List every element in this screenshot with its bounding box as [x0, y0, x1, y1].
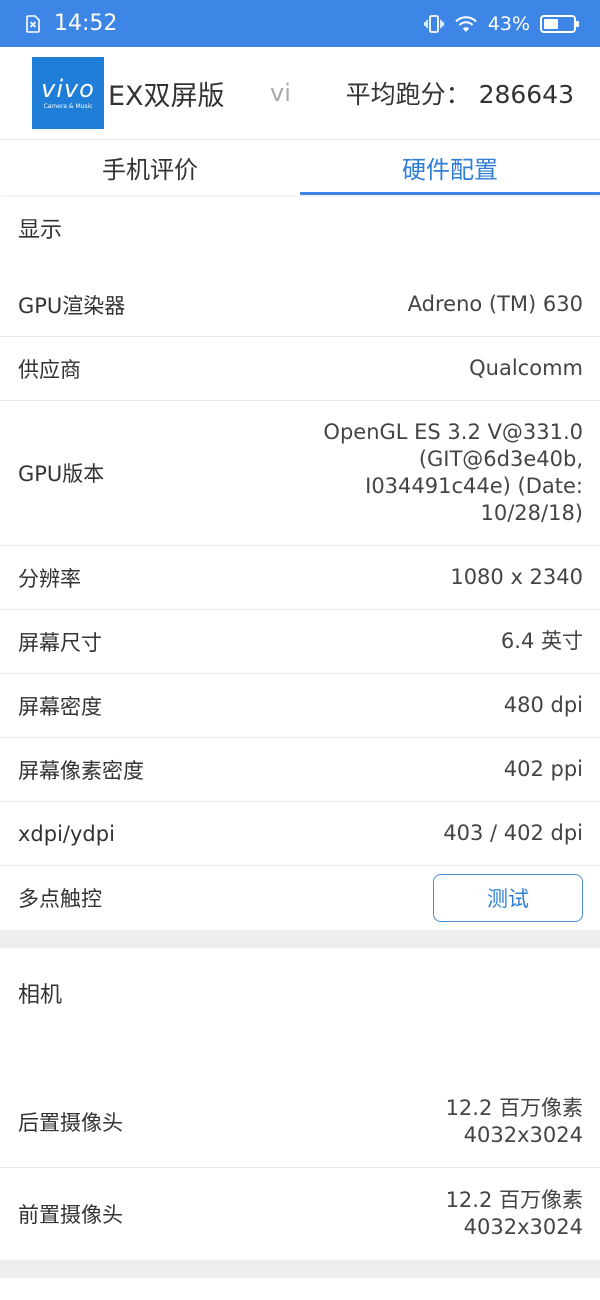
row-pixel-density: 屏幕像素密度 402 ppi	[0, 738, 600, 802]
row-label: xdpi/ydpi	[18, 821, 115, 846]
tab-phone-review[interactable]: 手机评价	[0, 140, 300, 195]
brand-fade-text: vi	[270, 79, 291, 107]
row-xdpi-ydpi: xdpi/ydpi 403 / 402 dpi	[0, 802, 600, 866]
row-label: 屏幕密度	[18, 694, 102, 719]
row-value: 6.4 英寸	[500, 629, 583, 653]
row-value: 403 / 402 dpi	[443, 821, 583, 845]
row-label: 屏幕像素密度	[18, 758, 144, 783]
status-bar: 14:52 43%	[0, 0, 600, 47]
row-value: 480 dpi	[503, 693, 583, 717]
row-front-camera: 前置摄像头 12.2 百万像素 4032x3024	[0, 1168, 600, 1260]
value-line: 4032x3024	[463, 1215, 583, 1239]
row-multitouch: 多点触控 测试	[0, 866, 600, 930]
device-header: vivo Camera & Music EX双屏版 vi 平均跑分： 28664…	[0, 47, 600, 139]
logo-text: vivo	[41, 74, 95, 103]
sim-x-icon	[26, 14, 40, 33]
status-bar-right: 43%	[423, 12, 580, 35]
device-name: EX双屏版	[108, 80, 225, 112]
value-line: 12.2 百万像素	[445, 1095, 583, 1120]
row-label: 分辨率	[18, 566, 81, 591]
row-label: GPU渲染器	[18, 293, 126, 318]
multitouch-test-button[interactable]: 测试	[433, 874, 583, 922]
section-divider	[0, 1260, 600, 1278]
row-label: 多点触控	[18, 887, 102, 911]
value-line: 12.2 百万像素	[445, 1188, 583, 1212]
battery-icon	[540, 14, 580, 34]
row-value: 12.2 百万像素 4032x3024	[446, 1187, 583, 1241]
value-line: 4032x3024	[463, 1122, 583, 1147]
tab-hardware-config[interactable]: 硬件配置	[300, 140, 600, 195]
value-line: I034491c44e) (Date:	[365, 474, 583, 498]
vivo-logo: vivo Camera & Music	[32, 57, 104, 129]
row-gpu-version: GPU版本 OpenGL ES 3.2 V@331.0 (GIT@6d3e40b…	[0, 401, 600, 546]
row-label: GPU版本	[18, 462, 105, 486]
row-gpu-renderer: GPU渲染器 Adreno (TM) 630	[0, 273, 600, 337]
value-line: 10/28/18)	[480, 501, 583, 525]
section-divider	[0, 930, 600, 948]
row-value: 402 ppi	[503, 757, 583, 781]
row-value: OpenGL ES 3.2 V@331.0 (GIT@6d3e40b, I034…	[323, 419, 583, 527]
wifi-icon	[454, 15, 478, 33]
score-label: 平均跑分：	[345, 80, 471, 109]
row-value: 12.2 百万像素 4032x3024	[446, 1095, 583, 1149]
next-section-peek	[0, 1278, 600, 1300]
row-screen-size: 屏幕尺寸 6.4 英寸	[0, 610, 600, 674]
section-title-camera: 相机	[18, 983, 63, 1008]
status-bar-left: 14:52	[26, 11, 117, 36]
row-resolution: 分辨率 1080 x 2340	[0, 546, 600, 610]
battery-percent: 43%	[487, 12, 530, 35]
section-title-display: 显示	[18, 218, 63, 243]
row-vendor: 供应商 Qualcomm	[0, 337, 600, 401]
value-line: OpenGL ES 3.2 V@331.0	[323, 420, 583, 444]
logo-subtext: Camera & Music	[43, 102, 93, 110]
tab-bar: 手机评价 硬件配置	[0, 139, 600, 195]
row-label: 前置摄像头	[18, 1203, 123, 1227]
score-value: 286643	[478, 80, 574, 109]
row-label: 供应商	[18, 357, 81, 382]
status-time: 14:52	[54, 11, 118, 36]
row-value: Qualcomm	[469, 356, 583, 380]
average-score: 平均跑分： 286643	[346, 75, 574, 111]
vibrate-icon	[423, 14, 444, 34]
row-screen-density: 屏幕密度 480 dpi	[0, 674, 600, 738]
row-label: 后置摄像头	[18, 1110, 123, 1135]
row-value: 1080 x 2340	[450, 565, 583, 589]
row-rear-camera: 后置摄像头 12.2 百万像素 4032x3024	[0, 1076, 600, 1168]
value-line: (GIT@6d3e40b,	[418, 447, 583, 471]
row-label: 屏幕尺寸	[18, 630, 102, 655]
row-value: Adreno (TM) 630	[407, 292, 583, 316]
